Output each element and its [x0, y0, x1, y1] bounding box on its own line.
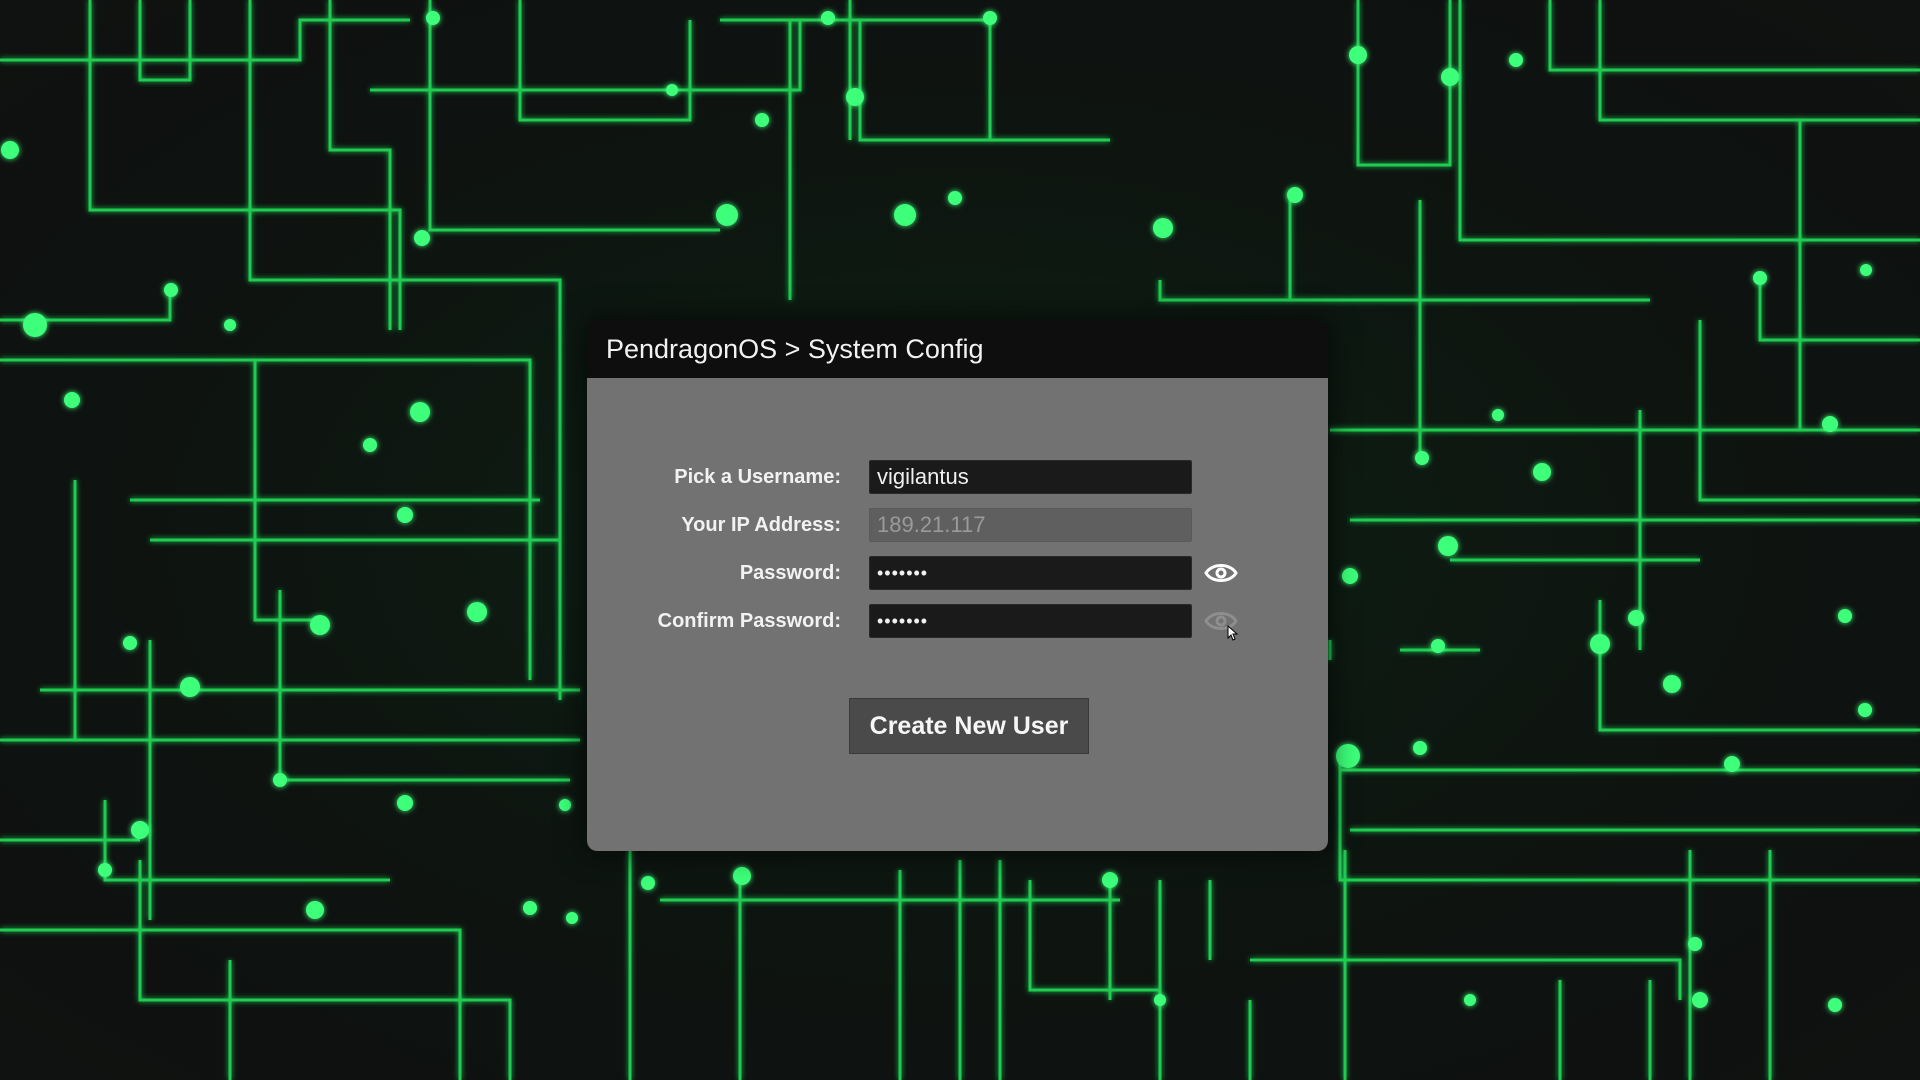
password-input[interactable]: ••••••• [869, 556, 1192, 590]
circuit-node [1590, 634, 1610, 654]
circuit-node [1838, 609, 1852, 623]
circuit-node [1509, 53, 1523, 67]
circuit-node [1154, 994, 1166, 1006]
circuit-node [1287, 187, 1303, 203]
circuit-node [164, 283, 178, 297]
circuit-node [1342, 568, 1358, 584]
mouse-cursor-icon [1227, 625, 1239, 641]
circuit-node [306, 901, 324, 919]
circuit-node [1724, 756, 1740, 772]
ip-address-row: Your IP Address: 189.21.117 [587, 507, 1328, 543]
circuit-node [1663, 675, 1681, 693]
circuit-node [1153, 218, 1173, 238]
circuit-node [1858, 703, 1872, 717]
confirm-password-row: Confirm Password: ••••••• [587, 603, 1328, 639]
confirm-password-input[interactable]: ••••••• [869, 604, 1192, 638]
circuit-node [1431, 639, 1445, 653]
circuit-node [1492, 409, 1504, 421]
username-label: Pick a Username: [674, 459, 841, 495]
circuit-node [716, 204, 738, 226]
circuit-node [64, 392, 80, 408]
circuit-node [23, 313, 47, 337]
circuit-node [1533, 463, 1551, 481]
circuit-node [1441, 68, 1459, 86]
system-config-window: PendragonOS > System Config Pick a Usern… [587, 320, 1328, 851]
circuit-node [523, 901, 537, 915]
config-panel: Pick a Username: vigilantus Your IP Addr… [587, 378, 1328, 851]
show-password-eye-icon[interactable] [1204, 559, 1238, 587]
circuit-node [1692, 992, 1708, 1008]
circuit-node [666, 84, 678, 96]
circuit-node [397, 795, 413, 811]
circuit-node [426, 11, 440, 25]
ip-address-label: Your IP Address: [681, 507, 841, 543]
circuit-node [1688, 937, 1702, 951]
circuit-node [310, 615, 330, 635]
circuit-node [273, 773, 287, 787]
window-title: PendragonOS > System Config [587, 320, 1328, 378]
circuit-node [846, 88, 864, 106]
circuit-node [131, 821, 149, 839]
username-input[interactable]: vigilantus [869, 460, 1192, 494]
circuit-node [180, 677, 200, 697]
create-new-user-button[interactable]: Create New User [849, 698, 1089, 754]
circuit-node [1628, 610, 1644, 626]
circuit-node [410, 402, 430, 422]
circuit-node [1413, 741, 1427, 755]
circuit-node [755, 113, 769, 127]
circuit-node [559, 799, 571, 811]
circuit-node [566, 912, 578, 924]
circuit-node [123, 636, 137, 650]
circuit-node [397, 507, 413, 523]
circuit-node [363, 438, 377, 452]
circuit-node [1, 141, 19, 159]
circuit-node [1828, 998, 1842, 1012]
circuit-node [1415, 451, 1429, 465]
circuit-node [467, 602, 487, 622]
circuit-node [641, 876, 655, 890]
circuit-node [224, 319, 236, 331]
circuit-node [414, 230, 430, 246]
circuit-node [1102, 872, 1118, 888]
confirm-password-label: Confirm Password: [658, 603, 841, 639]
circuit-node [98, 863, 112, 877]
circuit-node [1753, 271, 1767, 285]
username-row: Pick a Username: vigilantus [587, 459, 1328, 495]
password-row: Password: ••••••• [587, 555, 1328, 591]
circuit-node [894, 204, 916, 226]
circuit-node [1336, 744, 1360, 768]
circuit-node [983, 11, 997, 25]
circuit-node [733, 867, 751, 885]
circuit-node [821, 11, 835, 25]
password-label: Password: [740, 555, 841, 591]
circuit-node [948, 191, 962, 205]
circuit-node [1438, 536, 1458, 556]
circuit-node [1349, 46, 1367, 64]
circuit-node [1860, 264, 1872, 276]
ip-address-input: 189.21.117 [869, 508, 1192, 542]
circuit-node [1822, 416, 1838, 432]
circuit-node [1464, 994, 1476, 1006]
